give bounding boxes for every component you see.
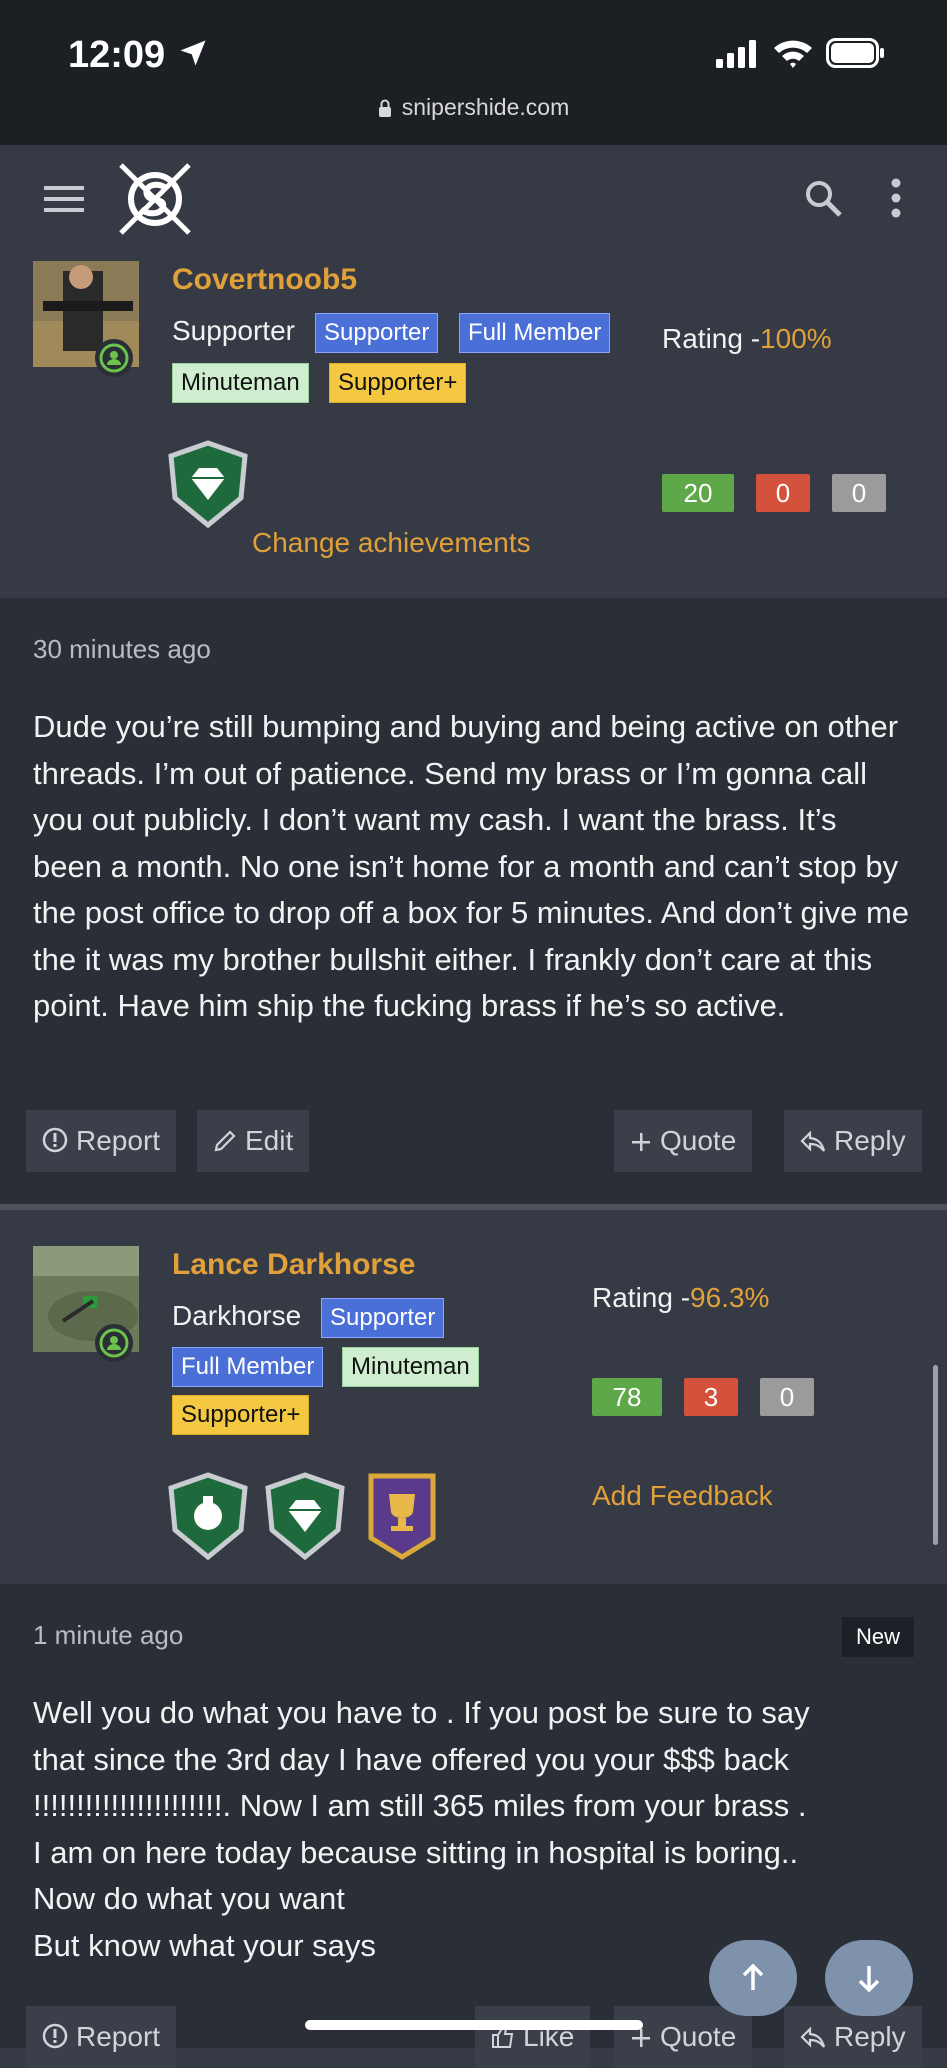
username[interactable]: Lance Darkhorse bbox=[172, 1248, 415, 1282]
quote-button[interactable]: Quote bbox=[614, 1110, 753, 1172]
feedback-neutral[interactable]: 0 bbox=[760, 1378, 814, 1416]
post-timestamp[interactable]: 30 minutes ago bbox=[33, 634, 211, 665]
tag-supporter-plus: Supporter+ bbox=[172, 1395, 310, 1435]
post-line: !!!!!!!!!!!!!!!!!!!!!!. Now I am still 3… bbox=[33, 1788, 807, 1823]
rating: Rating -100% bbox=[662, 323, 832, 355]
post-line: that since the 3rd day I have offered yo… bbox=[33, 1741, 789, 1777]
add-feedback-link[interactable]: Add Feedback bbox=[592, 1480, 773, 1512]
lock-icon bbox=[378, 99, 391, 117]
trophy-badge-icon[interactable] bbox=[361, 1472, 443, 1560]
tag-supporter: Supporter bbox=[315, 313, 439, 353]
clock: 12:09 bbox=[68, 34, 166, 76]
like-button[interactable]: Like bbox=[475, 2006, 591, 2068]
post-1-user-panel: Covertnoob5 Supporter Supporter Full Mem… bbox=[0, 253, 947, 598]
reply-button[interactable]: Reply bbox=[784, 1110, 922, 1172]
feedback-neutral[interactable]: 0 bbox=[832, 474, 886, 512]
tag-supporter-plus: Supporter+ bbox=[329, 363, 467, 403]
rating-value: 100% bbox=[760, 323, 832, 354]
tag-supporter: Supporter bbox=[321, 1298, 445, 1338]
address-bar[interactable]: snipershide.com bbox=[0, 94, 947, 121]
post-line: But know what your says bbox=[33, 1927, 376, 1963]
scroll-down-button[interactable] bbox=[825, 1940, 913, 2016]
arrow-down-icon bbox=[858, 1966, 880, 1993]
tag-full-member: Full Member bbox=[459, 313, 611, 353]
reply-icon bbox=[800, 1130, 826, 1152]
change-achievements-link[interactable]: Change achievements bbox=[252, 527, 531, 559]
post-line: Well you do what you have to . If you po… bbox=[33, 1695, 810, 1730]
quote-label: Quote bbox=[660, 1125, 737, 1156]
scrollbar[interactable] bbox=[933, 1365, 938, 1545]
rating: Rating -96.3% bbox=[592, 1282, 769, 1314]
plus-icon bbox=[632, 1133, 650, 1151]
wifi-icon bbox=[774, 40, 812, 68]
feedback-positive[interactable]: 20 bbox=[662, 474, 734, 512]
menu-icon[interactable] bbox=[44, 183, 84, 215]
post-line: I am on here today because sitting in ho… bbox=[33, 1834, 799, 1870]
tag-minuteman: Minuteman bbox=[172, 363, 309, 403]
edit-icon bbox=[214, 1130, 236, 1152]
arrow-up-icon bbox=[742, 1963, 764, 1990]
more-vertical-icon[interactable] bbox=[884, 177, 908, 219]
post-1: 30 minutes ago Dude you’re still bumping… bbox=[0, 598, 947, 1204]
rating-value: 96.3% bbox=[690, 1282, 770, 1313]
feedback-negative[interactable]: 0 bbox=[756, 474, 810, 512]
username[interactable]: Covertnoob5 bbox=[172, 263, 357, 297]
post-2-user-panel: Lance Darkhorse Darkhorse Supporter Full… bbox=[0, 1210, 947, 1584]
report-label: Report bbox=[76, 1125, 161, 1156]
status-bar: 12:09 snipershide.com bbox=[0, 0, 947, 145]
feedback-positive[interactable]: 78 bbox=[592, 1378, 662, 1416]
url-text: snipershide.com bbox=[401, 94, 570, 120]
rating-label: Rating - bbox=[662, 323, 761, 354]
grenade-badge-icon[interactable] bbox=[167, 1472, 249, 1560]
report-icon bbox=[42, 1127, 68, 1153]
online-icon bbox=[95, 339, 133, 377]
site-logo[interactable] bbox=[115, 159, 195, 239]
tag-minuteman: Minuteman bbox=[342, 1347, 479, 1387]
user-title: Darkhorse bbox=[172, 1300, 302, 1331]
reply-label: Reply bbox=[834, 2021, 906, 2052]
tag-full-member: Full Member bbox=[172, 1347, 324, 1387]
quote-label: Quote bbox=[660, 2021, 737, 2052]
post-timestamp[interactable]: 1 minute ago bbox=[33, 1620, 183, 1651]
edit-label: Edit bbox=[245, 1125, 294, 1156]
home-indicator[interactable] bbox=[305, 2020, 643, 2030]
report-button[interactable]: Report bbox=[26, 1110, 177, 1172]
diamond-badge-icon[interactable] bbox=[167, 440, 249, 528]
scroll-up-button[interactable] bbox=[709, 1940, 797, 2016]
search-icon[interactable] bbox=[803, 178, 843, 218]
battery-icon bbox=[826, 38, 884, 68]
user-title: Supporter bbox=[172, 315, 295, 346]
reply-icon bbox=[800, 2026, 826, 2048]
report-icon bbox=[42, 2023, 68, 2049]
post-2: 1 minute ago New Well you do what you ha… bbox=[0, 1584, 947, 2068]
new-badge: New bbox=[842, 1617, 914, 1657]
post-line: Now do what you want bbox=[33, 1881, 345, 1916]
location-arrow-icon bbox=[180, 40, 206, 66]
diamond-badge-icon[interactable] bbox=[264, 1472, 346, 1560]
report-label: Report bbox=[76, 2021, 161, 2052]
site-navbar bbox=[0, 145, 947, 253]
reply-label: Reply bbox=[834, 1125, 906, 1156]
report-button[interactable]: Report bbox=[26, 2006, 177, 2068]
rating-label: Rating - bbox=[592, 1282, 691, 1313]
signal-icon bbox=[716, 40, 756, 68]
post-body: Well you do what you have to . If you po… bbox=[33, 1690, 933, 1969]
plus-icon bbox=[632, 2029, 650, 2047]
edit-button[interactable]: Edit bbox=[197, 1110, 310, 1172]
online-icon bbox=[95, 1324, 133, 1362]
feedback-negative[interactable]: 3 bbox=[684, 1378, 738, 1416]
post-body: Dude you’re still bumping and buying and… bbox=[33, 709, 910, 1023]
